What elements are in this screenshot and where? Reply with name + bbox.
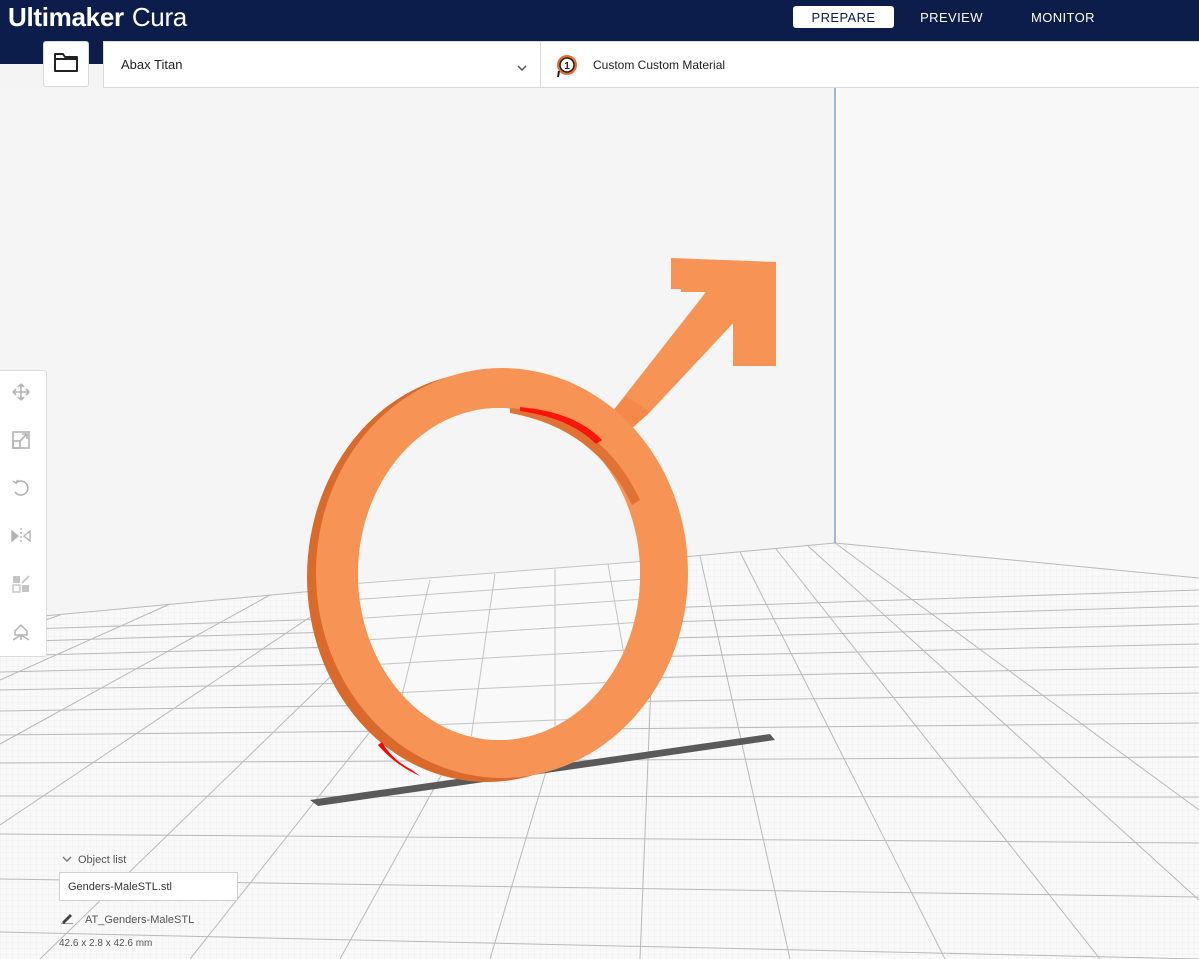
printer-selector[interactable]: Abax Titan xyxy=(104,42,541,87)
rotate-icon xyxy=(11,478,31,503)
mirror-icon xyxy=(10,526,32,551)
brand-light: Cura xyxy=(131,1,187,32)
folder-icon xyxy=(53,51,79,78)
build-plate-scene xyxy=(0,88,1199,959)
support-blocker-button[interactable] xyxy=(10,623,32,645)
open-file-button[interactable] xyxy=(43,41,89,87)
object-list-item[interactable]: Genders-MaleSTL.stl xyxy=(59,872,238,901)
printer-name: Abax Titan xyxy=(121,57,183,72)
tab-monitor[interactable]: MONITOR xyxy=(1009,6,1117,28)
extruder-icon: 1 xyxy=(555,54,577,77)
material-name: Custom Custom Material xyxy=(593,57,726,72)
move-tool-button[interactable] xyxy=(10,382,32,407)
scale-icon xyxy=(11,430,31,455)
per-model-settings-icon xyxy=(11,574,31,599)
per-model-settings-button[interactable] xyxy=(10,574,32,599)
brand-bold: Ultimaker xyxy=(8,1,124,32)
pencil-icon xyxy=(60,912,74,927)
chevron-down-icon xyxy=(516,59,528,77)
app-logo: Ultimaker Cura xyxy=(8,0,187,34)
tab-preview[interactable]: PREVIEW xyxy=(894,6,1009,28)
object-dimensions: 42.6 x 2.8 x 42.6 mm xyxy=(59,938,153,949)
object-list-header: Object list xyxy=(78,854,127,866)
tab-prepare[interactable]: PREPARE xyxy=(793,6,894,28)
3d-viewport[interactable] xyxy=(0,88,1199,959)
tool-panel xyxy=(0,370,47,657)
move-icon xyxy=(11,382,31,407)
support-blocker-icon xyxy=(11,622,31,647)
chevron-down-icon xyxy=(62,854,72,866)
material-selector[interactable]: 1 Custom Custom Material xyxy=(541,42,725,87)
extruder-number: 1 xyxy=(564,61,570,72)
stage-tabs: PREPARE PREVIEW MONITOR xyxy=(793,6,1117,28)
mirror-tool-button[interactable] xyxy=(10,527,32,549)
object-list-toggle[interactable]: Object list xyxy=(62,854,126,866)
rotate-tool-button[interactable] xyxy=(10,479,32,501)
object-name-row[interactable]: AT_Genders-MaleSTL xyxy=(60,912,194,927)
scale-tool-button[interactable] xyxy=(10,430,32,455)
object-name: AT_Genders-MaleSTL xyxy=(85,913,195,926)
printer-material-bar: Abax Titan 1 Custom Custom Material xyxy=(103,41,1199,88)
